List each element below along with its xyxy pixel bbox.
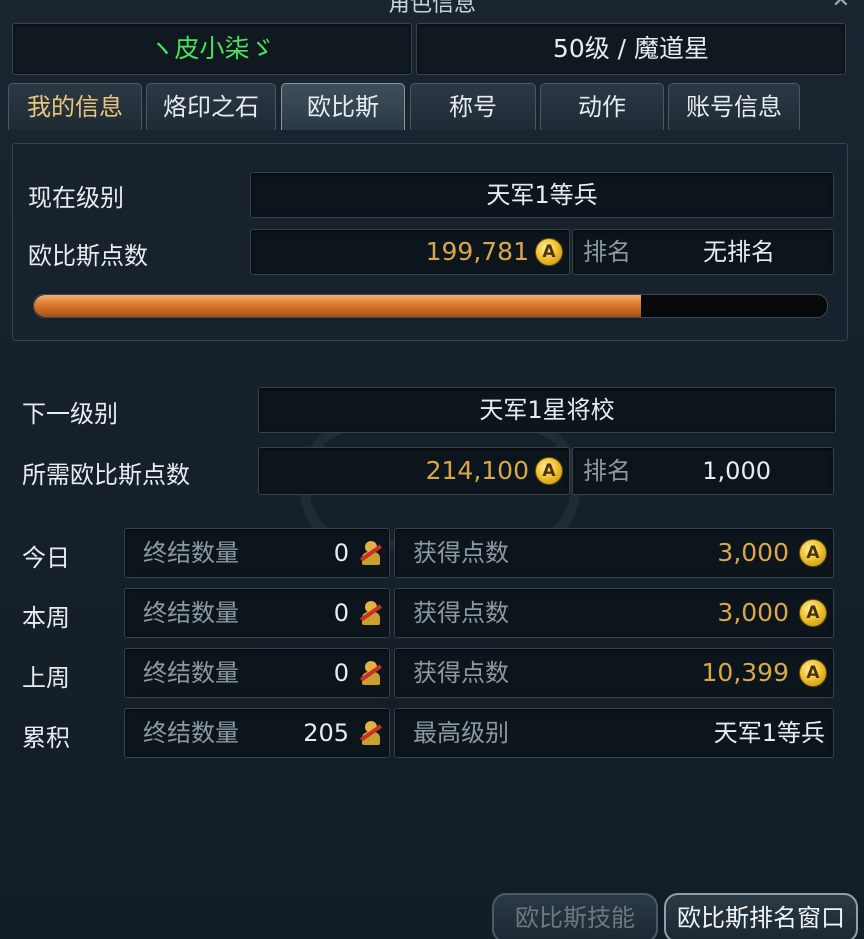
required-points-field: 214,100 A [258,447,570,495]
earned-points-value: 3,000 [717,538,789,567]
period-label: 累积 [22,724,70,752]
character-name: ヽ皮小柒ゞ [12,23,412,75]
earned-points-label: 获得点数 [413,539,509,567]
kill-count-field: 终结数量 205 [124,708,390,758]
kill-count-field: 终结数量 0 [124,528,390,578]
earned-points-label: 获得点数 [413,599,509,627]
kill-count-label: 终结数量 [143,719,239,747]
next-level-label: 下一级别 [22,400,118,428]
kill-count-value: 205 [303,719,349,747]
highest-rank-field: 最高级别 天军1等兵 [394,708,834,758]
tab-my-info[interactable]: 我的信息 [8,83,142,130]
next-level-value: 天军1星将校 [258,387,836,433]
earned-points-value: 10,399 [701,658,789,687]
abyss-ranking-button[interactable]: 欧比斯排名窗口 [664,893,858,939]
kill-count-icon [357,539,385,567]
next-rank-label: 排名 [583,457,631,485]
kill-count-field: 终结数量 0 [124,588,390,638]
earned-points-field: 获得点数 3,000 A [394,528,834,578]
tab-abyss[interactable]: 欧比斯 [281,83,405,130]
required-points-value: 214,100 [425,456,529,485]
period-label: 今日 [22,544,70,572]
highest-rank-label: 最高级别 [413,719,509,747]
abyss-points-field: 199,781 A [250,229,570,275]
abyss-points-label: 欧比斯点数 [28,242,148,270]
earned-points-label: 获得点数 [413,659,509,687]
earned-points-field: 获得点数 10,399 A [394,648,834,698]
abyss-point-coin-icon: A [799,539,827,567]
current-rank-value: 无排名 [703,238,775,266]
abyss-point-coin-icon: A [799,659,827,687]
current-rank-field: 排名 无排名 [572,229,834,275]
current-level-value: 天军1等兵 [250,172,834,218]
kill-count-label: 终结数量 [143,539,239,567]
kill-count-value: 0 [333,539,349,567]
next-rank-field: 排名 1,000 [572,447,834,495]
kill-count-field: 终结数量 0 [124,648,390,698]
kill-count-value: 0 [333,599,349,627]
tab-emote[interactable]: 动作 [540,83,664,130]
abyss-point-coin-icon: A [799,599,827,627]
abyss-point-coin-icon: A [535,238,563,266]
abyss-progress-bar [33,294,828,318]
kill-count-value: 0 [333,659,349,687]
kill-count-icon [357,599,385,627]
abyss-progress-fill [34,295,642,317]
required-points-label: 所需欧比斯点数 [22,461,190,489]
highest-rank-value: 天军1等兵 [713,719,825,747]
kill-count-icon [357,659,385,687]
tab-account-info[interactable]: 账号信息 [668,83,800,130]
abyss-skills-button[interactable]: 欧比斯技能 [492,893,658,939]
tab-title[interactable]: 称号 [410,83,536,130]
next-rank-value: 1,000 [702,457,771,485]
period-label: 本周 [22,604,70,632]
level-class: 50级 / 魔道星 [416,23,846,75]
window-title: 角色信息 [387,0,476,17]
character-info-window: ▼ 角色信息 ✕ ヽ皮小柒ゞ 50级 / 魔道星 我的信息 烙印之石 欧比斯 称… [0,0,864,939]
current-level-label: 现在级别 [28,184,124,212]
tab-brand-stone[interactable]: 烙印之石 [146,83,276,130]
period-label: 上周 [22,664,70,692]
current-rank-label: 排名 [583,238,631,266]
kill-count-icon [357,719,385,747]
kill-count-label: 终结数量 [143,659,239,687]
abyss-point-coin-icon: A [535,457,563,485]
kill-count-label: 终结数量 [143,599,239,627]
abyss-points-value: 199,781 [425,237,529,266]
earned-points-field: 获得点数 3,000 A [394,588,834,638]
earned-points-value: 3,000 [717,598,789,627]
close-icon[interactable]: ✕ [832,0,850,13]
